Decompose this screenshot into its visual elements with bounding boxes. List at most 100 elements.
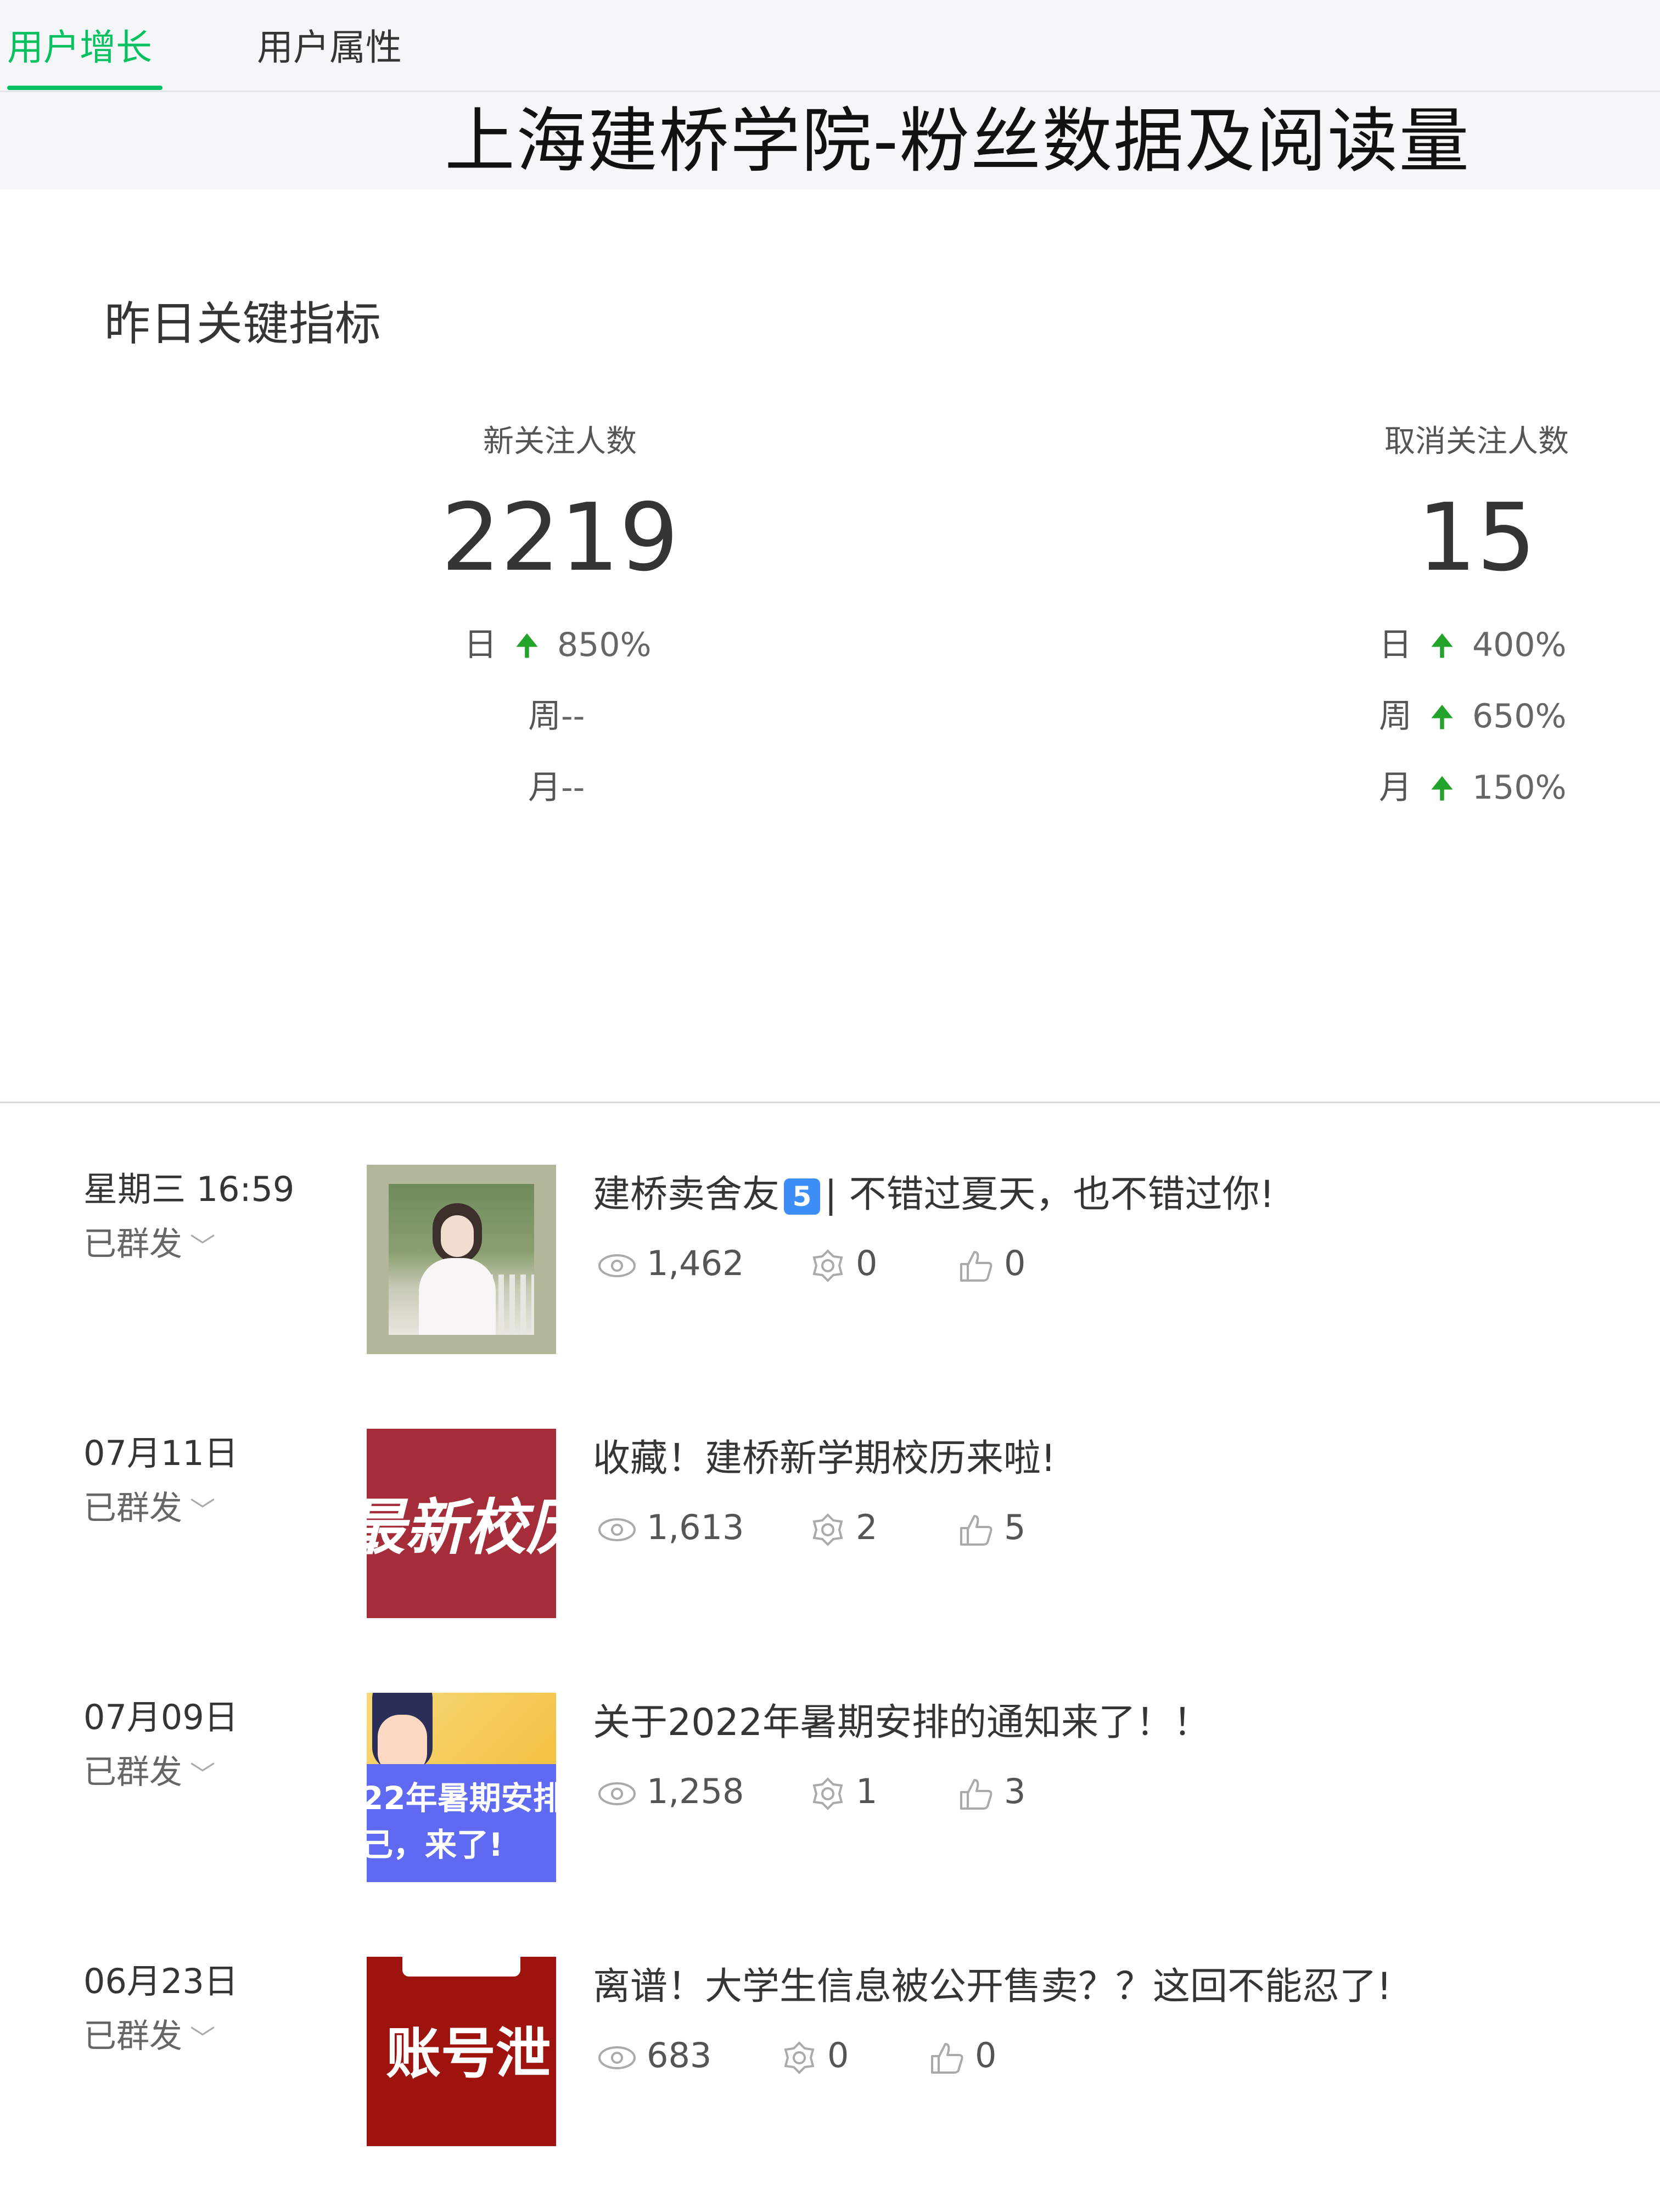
dress [419,1258,496,1335]
publish-status-dropdown[interactable]: 已群发 ﹀ [83,1484,215,1535]
trend-period: 月 [528,768,561,807]
share-count-value: 0 [827,2035,849,2075]
article-thumbnail[interactable]: 账号泄 [367,1957,556,2146]
trend-period: 日 [1379,626,1412,664]
share-icon [812,1249,843,1282]
thumbs-up-icon [960,1514,992,1546]
publish-date: 06月23日 [83,1961,238,2001]
share-icon [784,2041,815,2074]
article-row[interactable]: 07月11日 已群发 ﹀ 最新校历 收藏！建桥新学期校历来啦! 1,613 2 5 [0,1429,1660,1626]
read-count: 1,613 [597,1503,744,1552]
label-strip [402,1957,520,1977]
article-title[interactable]: 建桥卖舍友 5 | 不错过夏天，也不错过你! [593,1167,1275,1222]
like-count-value: 3 [1004,1771,1026,1811]
trend-period: 日 [464,626,497,664]
thumbnail-text: 账号泄 [386,2022,551,2086]
share-count: 0 [810,1239,877,1288]
like-count-value: 0 [1004,1243,1026,1283]
trend-day-unfollows: 日 🠉 400% [1379,623,1567,668]
publish-status-dropdown[interactable]: 已群发 ﹀ [83,2012,215,2063]
thumbnail-text: 己，来了! [367,1826,503,1863]
title-part: | 不错过夏天，也不错过你! [825,1173,1275,1216]
article-row[interactable]: 06月23日 已群发 ﹀ 账号泄 离谱！大学生信息被公开售卖？？这回不能忍了! 6… [0,1957,1660,2154]
banner-title: 上海建桥学院-粉丝数据及阅读量 [445,100,1471,182]
thumbnail-text: 最新校历 [367,1492,556,1563]
read-count-value: 1,613 [647,1507,744,1547]
face [441,1215,474,1257]
active-tab-indicator [7,86,162,90]
chevron-down-icon: ﹀ [190,1232,215,1261]
trend-change: 650% [1472,697,1567,736]
article-title[interactable]: 关于2022年暑期安排的通知来了！！ [593,1696,1210,1750]
read-count: 1,462 [597,1239,744,1288]
article-thumbnail[interactable]: 22年暑期安排 己，来了! [367,1693,556,1882]
share-icon [812,1513,843,1546]
publish-date: 07月09日 [83,1697,238,1737]
article-thumbnail[interactable] [367,1165,556,1354]
thumbs-up-icon [960,1778,992,1810]
status-label: 已群发 [83,1489,182,1528]
eye-icon [598,2046,636,2069]
trend-day-new-followers: 日 🠉 850% [464,623,652,668]
share-count: 1 [810,1767,877,1816]
read-count-value: 1,258 [647,1771,744,1811]
trend-month-new-followers: 月-- [528,766,585,810]
trend-period: 月 [1379,768,1412,807]
chevron-down-icon: ﹀ [190,1760,215,1789]
article-row[interactable]: 星期三 16:59 已群发 ﹀ 建桥卖舍友 5 | 不错过夏天，也不错过你! 1,46… [0,1165,1660,1362]
status-label: 已群发 [83,1225,182,1264]
eye-icon [598,1782,636,1805]
thumbnail-text: 22年暑期安排 [367,1779,556,1817]
share-count-value: 1 [856,1771,878,1811]
share-count: 2 [810,1503,877,1552]
number-badge: 5 [784,1178,821,1215]
thumbs-up-icon [960,1250,992,1282]
metric-value-new-followers: 2219 [441,484,679,592]
article-thumbnail[interactable]: 最新校历 [367,1429,556,1618]
trend-week-new-followers: 周-- [528,694,585,738]
trend-period: 周 [1379,697,1412,736]
like-count: 3 [958,1767,1025,1816]
trend-week-unfollows: 周 🠉 650% [1379,694,1567,739]
read-count-value: 683 [647,2035,712,2075]
like-count: 0 [958,1239,1025,1288]
trend-month-unfollows: 月 🠉 150% [1379,766,1567,811]
publish-status-dropdown[interactable]: 已群发 ﹀ [83,1220,215,1271]
read-count: 683 [597,2031,711,2080]
status-label: 已群发 [83,2017,182,2056]
tab-user-growth[interactable]: 用户增长 [7,23,152,72]
like-count-value: 5 [1004,1507,1026,1547]
read-count: 1,258 [597,1767,744,1816]
trend-change: 850% [557,626,652,664]
eye-icon [598,1254,636,1277]
publish-date: 星期三 16:59 [83,1169,295,1209]
chevron-down-icon: ﹀ [190,2024,215,2053]
arrow-up-icon: 🠉 [1429,771,1455,806]
eye-icon [598,1518,636,1541]
metric-label-new-followers: 新关注人数 [483,424,637,459]
trend-change: 150% [1472,768,1567,807]
metric-value-unfollows: 15 [1417,484,1536,592]
arrow-up-icon: 🠉 [1429,628,1455,663]
chevron-down-icon: ﹀ [190,1496,215,1525]
section-divider [0,1102,1660,1103]
trend-change: -- [561,697,585,736]
like-count: 5 [958,1503,1025,1552]
like-count-value: 0 [975,2035,997,2075]
trend-change: -- [561,768,585,807]
tab-user-attributes[interactable]: 用户属性 [257,23,402,72]
share-count: 0 [781,2031,849,2080]
share-count-value: 0 [856,1243,878,1283]
thumbs-up-icon [931,2042,963,2074]
article-title[interactable]: 离谱！大学生信息被公开售卖？？这回不能忍了! [593,1960,1392,2014]
article-row[interactable]: 07月09日 已群发 ﹀ 22年暑期安排 己，来了! 关于2022年暑期安排的通知… [0,1693,1660,1890]
share-icon [812,1777,843,1810]
arrow-up-icon: 🠉 [514,628,540,663]
title-part: 建桥卖舍友 [593,1173,780,1216]
card-title: 昨日关键指标 [104,297,382,351]
read-count-value: 1,462 [647,1243,744,1283]
trend-period: 周 [528,697,561,736]
article-title[interactable]: 收藏！建桥新学期校历来啦! [593,1431,1056,1486]
publish-status-dropdown[interactable]: 已群发 ﹀ [83,1748,215,1799]
status-label: 已群发 [83,1753,182,1792]
